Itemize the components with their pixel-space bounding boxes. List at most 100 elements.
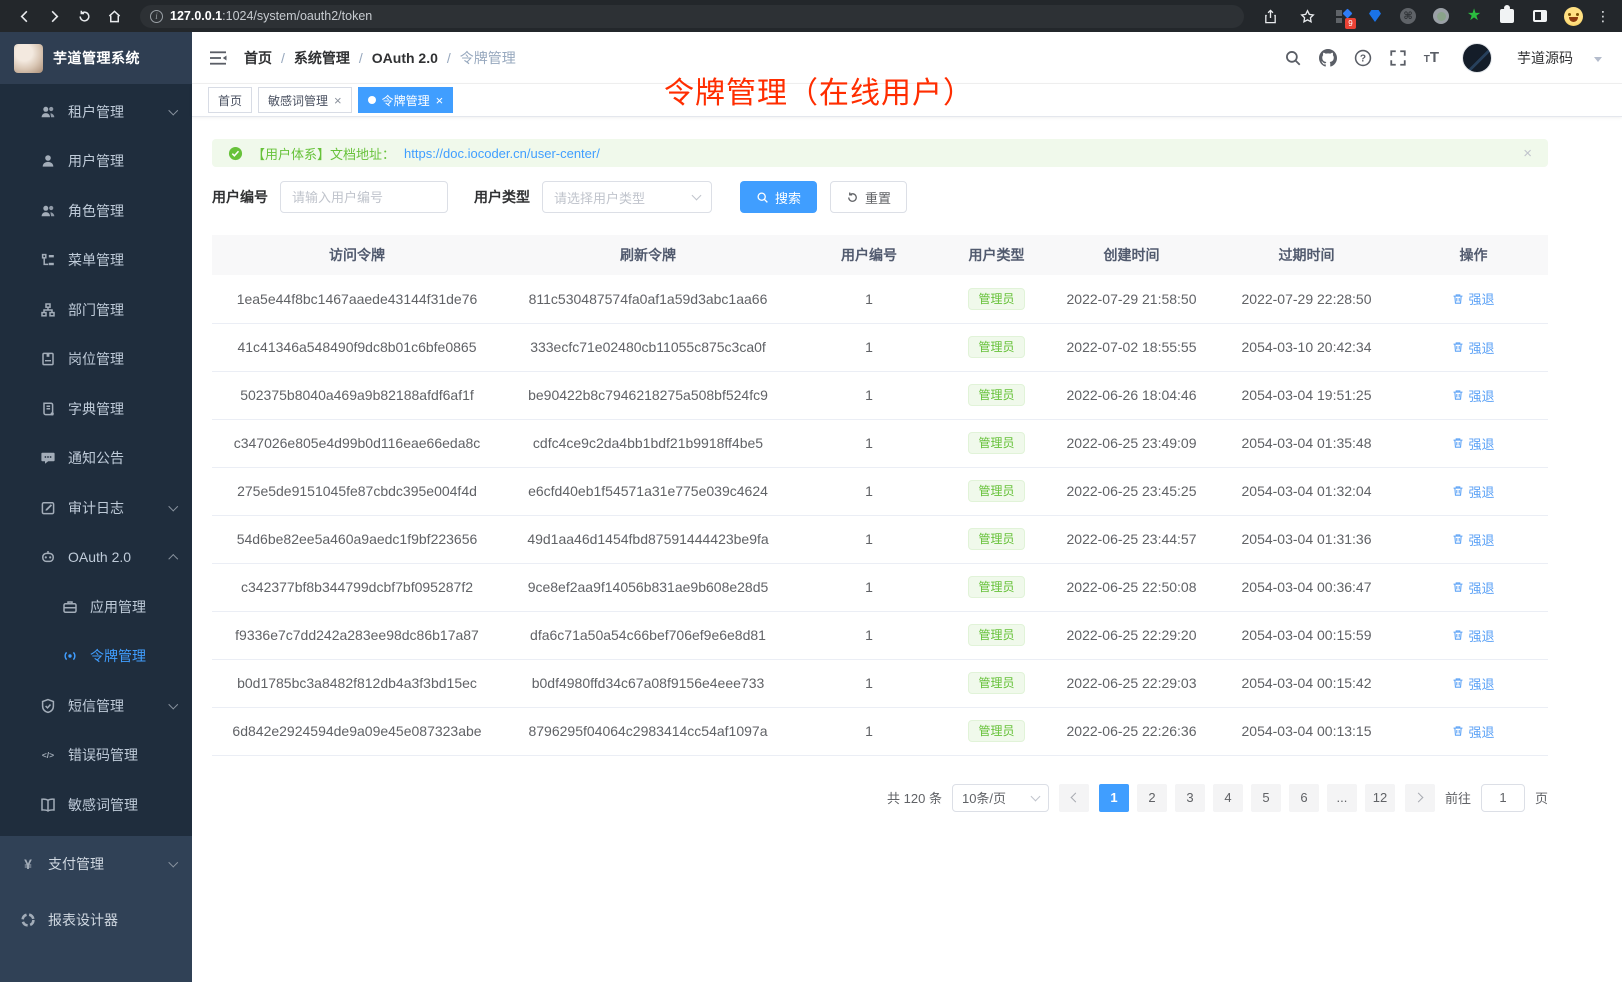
breadcrumb-item[interactable]: 系统管理 — [294, 48, 350, 68]
ext-blocks-icon[interactable]: 9 — [1332, 6, 1352, 26]
alert-close-icon[interactable]: × — [1523, 145, 1532, 162]
ext-green-star-icon[interactable]: ★ — [1464, 6, 1484, 26]
back-icon[interactable] — [12, 4, 36, 28]
side-panel-icon[interactable] — [1530, 6, 1550, 26]
chevron-right-icon — [1414, 793, 1424, 803]
ext-gem-icon[interactable] — [1365, 6, 1385, 26]
home-icon[interactable] — [102, 4, 126, 28]
force-logout-button[interactable]: 强退 — [1452, 530, 1494, 549]
user-type-tag: 管理员 — [968, 288, 1024, 310]
force-logout-button[interactable]: 强退 — [1452, 626, 1494, 645]
table-row: c342377bf8b344799dcbf7bf095287f29ce8ef2a… — [212, 563, 1548, 611]
sidebar-item-15[interactable]: 支付管理 — [0, 836, 192, 892]
created-cell: 2022-06-25 22:50:08 — [1049, 563, 1214, 611]
search-icon[interactable] — [1284, 49, 1302, 67]
reset-button[interactable]: 重置 — [830, 181, 907, 213]
page-button-1[interactable]: 1 — [1099, 784, 1129, 812]
url-text[interactable]: 127.0.0.1:1024/system/oauth2/token — [170, 9, 372, 23]
tab-2[interactable]: 令牌管理× — [358, 87, 454, 113]
collapse-sidebar-icon[interactable] — [208, 48, 228, 68]
page-button-12[interactable]: 12 — [1365, 784, 1395, 812]
force-logout-button[interactable]: 强退 — [1452, 386, 1494, 405]
page-button-4[interactable]: 4 — [1213, 784, 1243, 812]
user-type-select[interactable]: 请选择用户类型 — [542, 181, 712, 213]
tab-0[interactable]: 首页 — [208, 87, 252, 113]
bookmark-icon[interactable] — [1295, 4, 1319, 28]
force-logout-button[interactable]: 强退 — [1452, 482, 1494, 501]
sidebar-item-16[interactable]: 报表设计器 — [0, 892, 192, 948]
user-id-input[interactable] — [292, 190, 436, 205]
page-button-2[interactable]: 2 — [1137, 784, 1167, 812]
extensions-puzzle-icon[interactable] — [1497, 6, 1517, 26]
username[interactable]: 芋道源码 — [1517, 48, 1573, 68]
sidebar-item-0[interactable]: 租户管理 — [0, 87, 192, 137]
close-icon[interactable]: × — [436, 94, 444, 107]
close-icon[interactable]: × — [334, 94, 342, 107]
breadcrumb-separator: / — [359, 50, 363, 66]
app-logo-band[interactable]: 芋道管理系统 — [0, 32, 192, 84]
profile-avatar[interactable] — [1563, 6, 1583, 26]
forward-icon[interactable] — [42, 4, 66, 28]
page-size-select[interactable]: 10条/页 — [952, 784, 1049, 812]
chevron-down-icon — [168, 700, 177, 709]
ext-gray-circle-icon[interactable] — [1431, 6, 1451, 26]
sidebar-item-10[interactable]: 应用管理 — [0, 582, 192, 632]
force-logout-button[interactable]: 强退 — [1452, 434, 1494, 453]
menu-kebab-icon[interactable]: ⋮ — [1596, 8, 1610, 25]
breadcrumb-item[interactable]: 首页 — [244, 48, 272, 68]
github-icon[interactable] — [1319, 49, 1337, 67]
sidebar-item-label: 错误码管理 — [68, 745, 138, 765]
created-cell: 2022-06-25 23:45:25 — [1049, 467, 1214, 515]
breadcrumb-item[interactable]: OAuth 2.0 — [372, 50, 438, 66]
sidebar-item-11[interactable]: 令牌管理 — [0, 632, 192, 682]
sidebar-item-12[interactable]: 短信管理 — [0, 681, 192, 731]
goto-page-input[interactable] — [1481, 784, 1525, 812]
address-bar[interactable]: i 127.0.0.1:1024/system/oauth2/token — [140, 5, 1244, 28]
access-token-cell: 1ea5e44f8bc1467aaede43144f31de76 — [212, 275, 502, 323]
force-logout-button[interactable]: 强退 — [1452, 289, 1494, 308]
sidebar-item-13[interactable]: 错误码管理 — [0, 731, 192, 781]
page-button-5[interactable]: 5 — [1251, 784, 1281, 812]
trash-icon — [1452, 581, 1464, 593]
tab-1[interactable]: 敏感词管理× — [258, 87, 352, 113]
search-button[interactable]: 搜索 — [740, 181, 817, 213]
user-type-tag: 管理员 — [968, 720, 1024, 742]
user-type-tag: 管理员 — [968, 672, 1024, 694]
success-check-icon — [228, 146, 243, 161]
page-ellipsis[interactable]: ... — [1327, 784, 1357, 812]
font-size-icon[interactable]: TT — [1424, 50, 1439, 65]
sidebar-item-1[interactable]: 用户管理 — [0, 137, 192, 187]
force-logout-button[interactable]: 强退 — [1452, 722, 1494, 741]
share-icon[interactable] — [1258, 4, 1282, 28]
doc-link[interactable]: https://doc.iocoder.cn/user-center/ — [404, 146, 600, 161]
sidebar-item-6[interactable]: 字典管理 — [0, 384, 192, 434]
sidebar-item-14[interactable]: 敏感词管理 — [0, 780, 192, 830]
sidebar-item-8[interactable]: 审计日志 — [0, 483, 192, 533]
force-logout-button[interactable]: 强退 — [1452, 674, 1494, 693]
sidebar-item-7[interactable]: 通知公告 — [0, 434, 192, 484]
prev-page-button[interactable] — [1059, 784, 1089, 812]
sidebar-item-2[interactable]: 角色管理 — [0, 186, 192, 236]
help-icon[interactable] — [1354, 49, 1372, 67]
column-header: 创建时间 — [1049, 235, 1214, 275]
refresh-token-cell: b0df4980ffd34c67a08f9156e4eee733 — [502, 659, 794, 707]
sidebar-item-4[interactable]: 部门管理 — [0, 285, 192, 335]
user-avatar[interactable] — [1462, 43, 1492, 73]
fullscreen-icon[interactable] — [1389, 49, 1407, 67]
page-button-3[interactable]: 3 — [1175, 784, 1205, 812]
reload-icon[interactable] — [72, 4, 96, 28]
users-icon — [40, 104, 56, 120]
sidebar-item-5[interactable]: 岗位管理 — [0, 335, 192, 385]
ext-dark-circle-icon[interactable]: ⌘ — [1398, 6, 1418, 26]
site-info-icon[interactable]: i — [150, 10, 163, 23]
page-button-6[interactable]: 6 — [1289, 784, 1319, 812]
user-id-cell: 1 — [794, 611, 944, 659]
force-logout-button[interactable]: 强退 — [1452, 578, 1494, 597]
sidebar-item-3[interactable]: 菜单管理 — [0, 236, 192, 286]
sidebar-item-9[interactable]: OAuth 2.0 — [0, 533, 192, 583]
user-menu-caret-icon[interactable] — [1594, 57, 1602, 62]
next-page-button[interactable] — [1405, 784, 1435, 812]
force-logout-button[interactable]: 强退 — [1452, 338, 1494, 357]
sidebar-item-label: 角色管理 — [68, 201, 124, 221]
refresh-token-cell: 8796295f04064c2983414cc54af1097a — [502, 707, 794, 755]
